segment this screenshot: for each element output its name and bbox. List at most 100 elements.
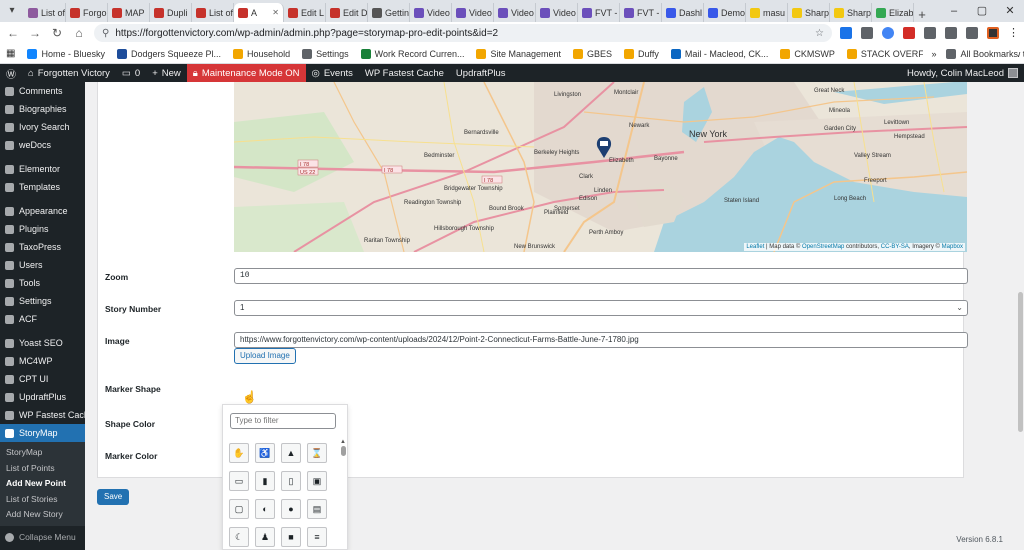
browser-tab[interactable]: A ✕ (234, 3, 284, 22)
url-bar[interactable]: ⚲ https://forgottenvictory.com/wp-admin/… (94, 24, 832, 42)
sidebar-item-comments[interactable]: Comments (0, 82, 85, 100)
address-card-icon[interactable]: ▣ (307, 471, 327, 491)
browser-tab[interactable]: Elizab (872, 3, 914, 22)
sidebar-item-yoast-seo[interactable]: Yoast SEO (0, 334, 85, 352)
address-book-outline-icon[interactable]: ▯ (281, 471, 301, 491)
tab-search-icon[interactable]: ▾ (4, 3, 20, 19)
square-icon[interactable]: ■ (281, 527, 301, 547)
browser-tab[interactable]: Dupli (150, 3, 192, 22)
sidebar-item-templates[interactable]: Templates (0, 178, 85, 196)
home-icon[interactable]: ⌂ (72, 26, 86, 40)
submenu-item-list-of-stories[interactable]: List of Stories (0, 492, 85, 508)
map-view[interactable]: Livingston Montclair Great Neck Newark New Y… (234, 82, 967, 252)
puzzle-icon[interactable] (945, 27, 957, 39)
bookmark-item[interactable]: GBES (573, 48, 612, 59)
mapbox-link[interactable]: Mapbox (942, 244, 963, 250)
bookmark-item[interactable]: Duffy (624, 48, 659, 59)
dropdown-scrollbar[interactable]: ▲ (340, 439, 346, 549)
sidebar-item-taxopress[interactable]: TaxoPress (0, 238, 85, 256)
browser-tab[interactable]: FVT - (578, 3, 620, 22)
story-number-select[interactable]: 1 ⌄ (234, 300, 968, 316)
bookmark-item[interactable]: Settings (302, 48, 349, 59)
sidebar-item-users[interactable]: Users (0, 256, 85, 274)
circle-icon[interactable]: ● (281, 499, 301, 519)
sidebar-item-updraftplus[interactable]: UpdraftPlus (0, 388, 85, 406)
back-icon[interactable]: ← (6, 26, 20, 40)
screenshot-icon[interactable] (924, 27, 936, 39)
apps-grid-icon[interactable]: ▦ (6, 48, 15, 59)
save-button[interactable]: Save (97, 489, 130, 505)
bookmark-item[interactable]: Household (233, 48, 290, 59)
shape-filter-input[interactable]: Type to filter (230, 413, 336, 429)
lastpass-icon[interactable] (903, 27, 915, 39)
browser-tab[interactable]: List of (192, 3, 234, 22)
sidebar-item-ivory-search[interactable]: Ivory Search (0, 118, 85, 136)
submenu-item-add-new-story[interactable]: Add New Story (0, 507, 85, 523)
wp-logo-menu[interactable]: Ⓦ (0, 64, 22, 82)
new-content-menu[interactable]: + New (146, 64, 187, 82)
submenu-item-storymap[interactable]: StoryMap (0, 445, 85, 461)
sidebar-item-mc4wp[interactable]: MC4WP (0, 352, 85, 370)
sidebar-item-tools[interactable]: Tools (0, 274, 85, 292)
browser-tab[interactable]: MAP (108, 3, 150, 22)
align-center-icon[interactable]: ≡ (307, 527, 327, 547)
minimize-button[interactable]: – (940, 0, 968, 22)
sidebar-item-wedocs[interactable]: weDocs (0, 136, 85, 154)
comments-menu[interactable]: ▭ 0 (116, 64, 146, 82)
submenu-item-add-new-point[interactable]: Add New Point (0, 476, 85, 492)
site-info-icon[interactable]: ⚲ (102, 28, 109, 39)
browser-tab[interactable]: Sharp (830, 3, 872, 22)
bookmark-item[interactable]: Mail - Macleod, CK... (670, 48, 768, 59)
moon-icon[interactable]: ☾ (229, 527, 249, 547)
color-picker-icon[interactable] (882, 27, 894, 39)
accessibility-icon[interactable]: ♿ (255, 443, 275, 463)
browser-tab[interactable]: List of (24, 3, 66, 22)
zoom-input[interactable]: 10 (234, 268, 968, 284)
address-card-outline-icon[interactable]: ▢ (229, 499, 249, 519)
all-bookmarks-folder[interactable]: All Bookmarks (946, 49, 1018, 59)
id-card-icon[interactable]: ▭ (229, 471, 249, 491)
forward-icon[interactable]: → (28, 26, 42, 40)
side-panel-icon[interactable] (966, 27, 978, 39)
updraftplus-menu[interactable]: UpdraftPlus (450, 64, 512, 82)
adjust-icon[interactable]: ◐ (255, 499, 275, 519)
collapse-menu-button[interactable]: Collapse Menu (0, 528, 76, 546)
new-tab-button[interactable]: + (914, 7, 930, 22)
map-canvas[interactable]: Livingston Montclair Great Neck Newark New Y… (234, 82, 967, 252)
events-menu[interactable]: ◎ Events (306, 64, 359, 82)
browser-tab[interactable]: masu (746, 3, 788, 22)
close-window-button[interactable]: ✕ (996, 0, 1024, 22)
browser-tab[interactable]: FVT - (620, 3, 662, 22)
sidebar-item-appearance[interactable]: Appearance (0, 202, 85, 220)
cc-by-sa-link[interactable]: CC-BY-SA (881, 244, 909, 250)
bookmark-item[interactable]: Home - Bluesky (27, 48, 105, 59)
bookmark-star-icon[interactable]: ☆ (815, 28, 824, 39)
page-scrollbar[interactable] (1016, 82, 1024, 550)
browser-tab[interactable]: Video (494, 3, 536, 22)
submenu-item-list-of-points[interactable]: List of Points (0, 461, 85, 477)
browser-tab[interactable]: Gettin (368, 3, 410, 22)
sidebar-item-settings[interactable]: Settings (0, 292, 85, 310)
maintenance-mode-badge[interactable]: 🔒︎ Maintenance Mode ON (186, 64, 306, 82)
extension-icon[interactable] (861, 27, 873, 39)
pawn-icon[interactable]: ♟ (255, 527, 275, 547)
browser-tab[interactable]: Forgo (66, 3, 108, 22)
browser-tab[interactable]: Edit L (284, 3, 326, 22)
leaflet-link[interactable]: Leaflet (746, 244, 764, 250)
browser-tab[interactable]: Sharp (788, 3, 830, 22)
scroll-thumb[interactable] (340, 446, 346, 456)
openstreetmap-link[interactable]: OpenStreetMap (802, 244, 844, 250)
site-name-menu[interactable]: ⌂ Forgotten Victory (22, 64, 116, 82)
sidebar-item-cpt-ui[interactable]: CPT UI (0, 370, 85, 388)
sidebar-item-acf[interactable]: ACF (0, 310, 85, 328)
upload-image-button[interactable]: Upload Image (234, 348, 296, 364)
sidebar-item-storymap[interactable]: StoryMap (0, 424, 85, 442)
tent-icon[interactable]: ▲ (281, 443, 301, 463)
browser-tab[interactable]: Dashl (662, 3, 704, 22)
scroll-up-arrow-icon[interactable]: ▲ (340, 439, 346, 445)
browser-tab[interactable]: Edit D (326, 3, 368, 22)
page-scroll-thumb[interactable] (1018, 292, 1023, 432)
bookmark-item[interactable]: CKMSWP (780, 48, 835, 59)
address-book-icon[interactable]: ▮ (255, 471, 275, 491)
browser-tab[interactable]: Demo (704, 3, 746, 22)
